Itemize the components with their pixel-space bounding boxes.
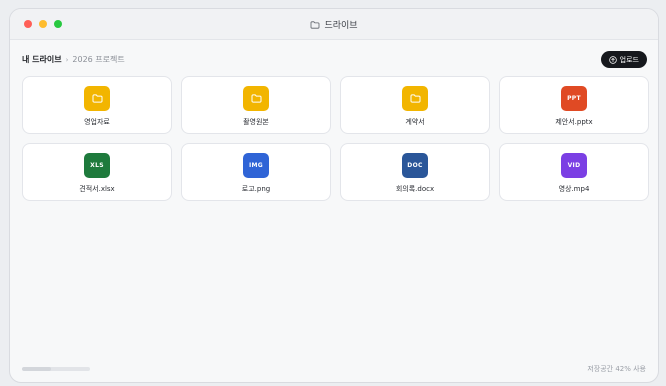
file-card[interactable]: XLS 견적서.xlsx — [22, 143, 172, 201]
breadcrumb-root[interactable]: 내 드라이브 — [22, 54, 62, 65]
item-name: 영업자료 — [84, 118, 110, 126]
folder-icon — [243, 86, 269, 111]
item-name: 견적서.xlsx — [79, 185, 115, 193]
storage-status: 저장공간 42% 사용 — [587, 365, 646, 373]
file-type-icon: XLS — [84, 153, 110, 178]
file-type-badge: DOC — [407, 162, 423, 169]
folder-icon — [402, 86, 428, 111]
file-card[interactable]: DOC 회의록.docx — [340, 143, 490, 201]
item-name: 영상.mp4 — [558, 185, 590, 193]
item-name: 촬영원본 — [243, 118, 269, 126]
folder-card[interactable]: 계약서 — [340, 76, 490, 134]
breadcrumb-separator: › — [65, 55, 69, 64]
item-name: 제안서.pptx — [555, 118, 593, 126]
item-name: 계약서 — [405, 118, 425, 126]
window-title: 드라이브 — [10, 18, 658, 31]
file-card[interactable]: PPT 제안서.pptx — [499, 76, 649, 134]
storage-bar — [22, 367, 90, 371]
file-card[interactable]: VID 영상.mp4 — [499, 143, 649, 201]
file-type-icon: PPT — [561, 86, 587, 111]
file-type-badge: IMG — [248, 162, 264, 169]
folder-icon — [84, 86, 110, 111]
file-type-badge: VID — [567, 162, 581, 169]
upload-label: 업로드 — [619, 55, 639, 64]
upload-button[interactable]: 업로드 — [600, 51, 647, 68]
file-type-icon: VID — [561, 153, 587, 178]
folder-card[interactable]: 촬영원본 — [181, 76, 331, 134]
file-card[interactable]: IMG 로고.png — [181, 143, 331, 201]
breadcrumb: 내 드라이브 › 2026 프로젝트 — [22, 54, 125, 65]
folder-icon — [311, 20, 320, 29]
upload-icon — [608, 55, 617, 64]
file-type-badge: XLS — [90, 162, 104, 169]
file-type-badge: PPT — [567, 95, 581, 102]
file-grid: 영업자료 촬영원본 계약서 PPT 제안서.pptx XLS 견적서.xlsx IMG 로고.p… — [22, 76, 649, 201]
file-type-icon: IMG — [243, 153, 269, 178]
folder-card[interactable]: 영업자료 — [22, 76, 172, 134]
item-name: 로고.png — [241, 185, 271, 193]
breadcrumb-current: 2026 프로젝트 — [72, 55, 125, 64]
drive-window: 드라이브 내 드라이브 › 2026 프로젝트 업로드 영업자료 촬영원본 계약서 P… — [9, 8, 659, 383]
storage-bar-fill — [22, 367, 51, 371]
footer: 저장공간 42% 사용 — [10, 358, 658, 382]
toolbar: 내 드라이브 › 2026 프로젝트 업로드 — [10, 40, 658, 74]
item-name: 회의록.docx — [395, 185, 435, 193]
title-bar: 드라이브 — [10, 9, 658, 40]
window-title-text: 드라이브 — [324, 21, 358, 31]
file-type-icon: DOC — [402, 153, 428, 178]
